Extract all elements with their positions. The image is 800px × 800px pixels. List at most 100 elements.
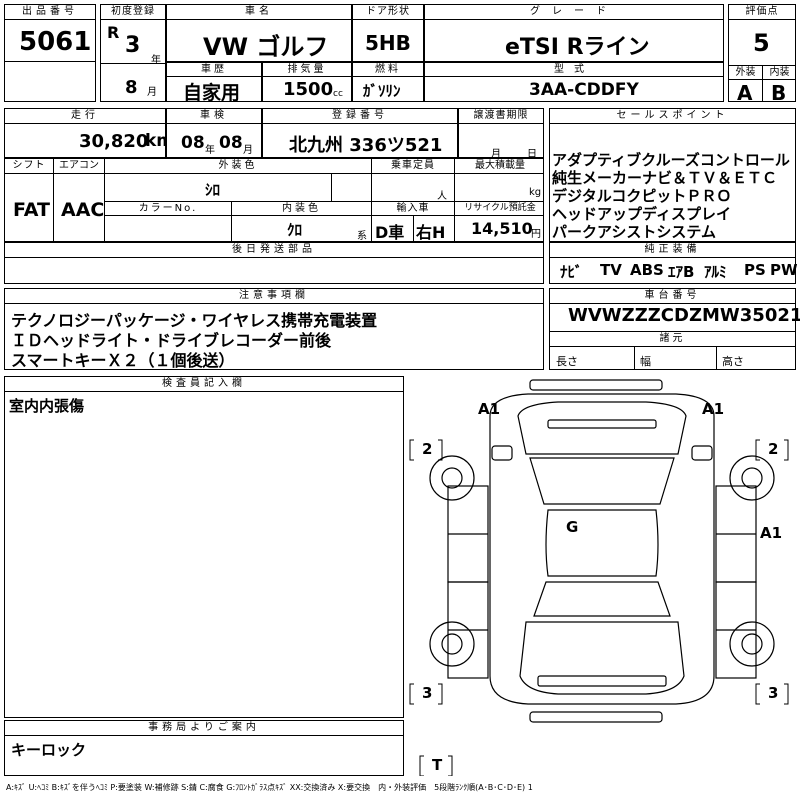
mark-front-left: A1 <box>478 400 500 418</box>
inspection-label: 車検 <box>167 109 261 124</box>
sales-point-item: パークアシストシステム <box>552 223 716 241</box>
first-reg-box: 初度登録 R 3 年 8 月 <box>100 4 166 102</box>
score-box: 評価点 5 外装 内装 A B <box>728 4 796 105</box>
later-parts-box: 後日発送部品 <box>4 242 544 284</box>
recycle-unit: 円 <box>531 229 541 240</box>
equipment-item: PW <box>770 261 798 279</box>
history-value: 自家用 <box>183 82 241 104</box>
equipment-item: PS <box>744 261 766 279</box>
score-int-value: B <box>771 81 787 105</box>
first-reg-month-unit: 月 <box>147 87 157 98</box>
lot-number: 5061 <box>19 27 92 57</box>
load-label: 最大積載量 <box>475 160 525 171</box>
mileage-value: 30,820 <box>79 131 149 152</box>
mark-right-rear: 3 <box>768 684 778 702</box>
equipment-item: ｱﾙﾐ <box>704 263 727 281</box>
inspection-year: 08 <box>181 133 205 153</box>
lot-box: 出品番号 5061 <box>4 4 96 102</box>
load-unit: kg <box>529 187 542 198</box>
mark-right-door: A1 <box>760 524 782 542</box>
car-name-label: 車名 <box>167 5 351 20</box>
vin-value: WVWZZZCDZMW350212 <box>568 305 800 326</box>
fuel-box: 燃料 ｶﾞｿﾘﾝ <box>352 62 424 102</box>
recycle-value: 14,510 <box>471 219 533 238</box>
office-text: キーロック <box>11 741 87 759</box>
equipment-item: ABS <box>630 261 664 279</box>
grade-value: eTSI Rライン <box>505 35 650 60</box>
grade-box: グレード eTSI Rライン <box>424 4 724 62</box>
car-name-value: VW ゴルフ <box>203 33 329 61</box>
interior-color-label: 内装色 <box>282 203 321 214</box>
score-ext-value: A <box>737 81 753 105</box>
displacement-label: 排気量 <box>287 64 327 75</box>
equipment-box: 純正装備 ﾅﾋﾞ TV ABS ｴｱB ｱﾙﾐ PS PW <box>549 242 798 284</box>
plate-label: 登録番号 <box>263 109 457 124</box>
mark-right-front: 2 <box>768 440 778 458</box>
equipment-item: ｴｱB <box>668 263 695 281</box>
mark-roof: G <box>566 518 578 536</box>
score-ext-label: 外装 <box>735 67 756 78</box>
inspection-month: 08 <box>219 133 243 153</box>
spec-grid: シフト エアコン 外装色 乗車定員 最大積載量 FAT AAC ｼﾛ 人 kg … <box>4 158 544 242</box>
first-reg-month: 8 <box>125 77 138 98</box>
dimensions-length: 長さ <box>556 355 578 368</box>
inspection-box: 車検 08 年 08 月 <box>166 108 262 158</box>
score-int-label: 内装 <box>769 67 790 78</box>
fuel-label: 燃料 <box>375 64 401 75</box>
first-reg-label: 初度登録 <box>101 5 165 20</box>
lot-label: 出品番号 <box>5 5 95 20</box>
dimensions-label: 諸元 <box>659 333 686 344</box>
import-value-1: D車 <box>375 223 405 242</box>
car-name-box: 車名 VW ゴルフ <box>166 4 352 62</box>
recycle-label: リサイクル預託金 <box>464 203 536 213</box>
plate-value: 北九州 336ツ521 <box>289 135 443 156</box>
score-value: 5 <box>753 29 770 57</box>
car-diagram-box: A1 A1 2 2 G A1 3 3 T <box>408 376 796 776</box>
interior-color-unit: 系 <box>357 231 367 242</box>
color-no-label: カラーNo. <box>138 203 198 214</box>
door-value: 5HB <box>365 31 411 55</box>
legend: A:ｷｽﾞ U:ﾍｺﾐ B:ｷｽﾞを伴うﾍｺﾐ P:要塗装 W:補修跡 S:錆 … <box>6 783 533 792</box>
capacity-unit: 人 <box>437 191 447 202</box>
exterior-color-label: 外装色 <box>218 160 258 171</box>
import-label: 輸入車 <box>396 203 430 214</box>
displacement-value: 1500 <box>283 79 334 100</box>
aircon-value: AAC <box>61 199 105 221</box>
exterior-color-value: ｼﾛ <box>205 181 221 199</box>
capacity-label: 乗車定員 <box>391 160 435 171</box>
aircon-label: エアコン <box>59 160 99 171</box>
vin-label: 車台番号 <box>550 289 795 304</box>
equipment-item: TV <box>600 261 622 279</box>
mark-left-rear: 3 <box>422 684 432 702</box>
transfer-box: 譲渡書期限 月 日 <box>458 108 544 160</box>
inspection-month-unit: 月 <box>243 145 253 156</box>
sales-points-box: セールスポイント アダプティブクルーズコントロール 純生メーカーナビ＆ＴＶ＆ＥＴ… <box>549 108 796 242</box>
score-label: 評価点 <box>729 5 795 20</box>
equipment-item: ﾅﾋﾞ <box>560 263 583 281</box>
inspector-text: 室内内張傷 <box>9 397 85 415</box>
inspector-label: 検査員記入欄 <box>5 377 403 392</box>
inspector-box: 検査員記入欄 室内内張傷 <box>4 376 404 718</box>
model-box: 型式 3AA-CDDFY <box>424 62 724 102</box>
dimensions-width: 幅 <box>640 355 651 368</box>
grade-label: グレード <box>425 5 723 20</box>
displacement-box: 排気量 1500 cc <box>262 62 352 102</box>
mileage-box: 走行 30,820 km <box>4 108 174 158</box>
mark-left-front: 2 <box>422 440 432 458</box>
office-box: 事務局よりご案内 キーロック <box>4 720 404 776</box>
first-reg-era: R <box>107 23 120 42</box>
displacement-unit: cc <box>333 89 343 99</box>
mileage-label: 走行 <box>5 109 165 124</box>
shift-label: シフト <box>12 160 46 171</box>
notes-box: 注意事項欄 テクノロジーパッケージ・ワイヤレス携帯充電装置 ＩＤヘッドライト・ド… <box>4 288 544 370</box>
notes-label: 注意事項欄 <box>5 289 543 304</box>
first-reg-year: 3 <box>125 33 141 58</box>
model-value: 3AA-CDDFY <box>529 80 639 100</box>
shift-value: FAT <box>13 199 50 221</box>
sales-points-label: セールスポイント <box>550 109 795 124</box>
mark-front-right: A1 <box>702 400 724 418</box>
vin-box: 車台番号 WVWZZZCDZMW350212 諸元 長さ 幅 高さ <box>549 288 800 370</box>
import-value-2: 右H <box>416 223 446 242</box>
history-label: 車歴 <box>201 64 227 75</box>
car-diagram: A1 A1 2 2 G A1 3 3 T <box>409 379 789 776</box>
